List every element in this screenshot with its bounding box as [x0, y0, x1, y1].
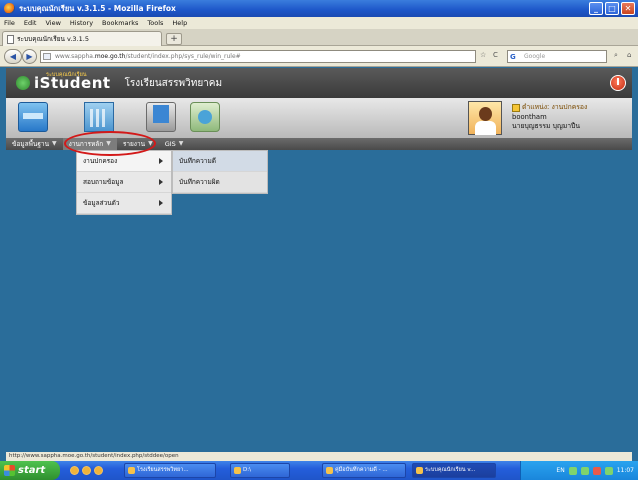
chevron-down-icon: ▼ [178, 140, 184, 147]
chevron-down-icon: ▼ [52, 140, 57, 147]
menu-reports-label: รายงาน [122, 140, 146, 148]
menu-basic-data[interactable]: ข้อมูลพื้นฐาน ▼ [6, 138, 63, 150]
app-header: ระบบคุณนักเรียน iStudent โรงเรียนสรรพวิท… [6, 68, 632, 98]
google-icon: G [510, 53, 516, 61]
tray-icon[interactable] [580, 466, 589, 475]
bookmark-star-icon[interactable]: ☆ [480, 51, 486, 59]
submenu-item-misconduct[interactable]: บันทึกความผิด [173, 172, 267, 193]
start-button[interactable]: start [0, 461, 60, 480]
app-menu: ข้อมูลพื้นฐาน ▼ งานการหลัก ▼ รายงาน ▼ GI… [6, 138, 632, 150]
menu-basic-data-label: ข้อมูลพื้นฐาน [12, 140, 50, 148]
chevron-right-icon [159, 200, 163, 206]
tray-icon[interactable] [592, 466, 601, 475]
avatar [468, 101, 502, 135]
chevron-right-icon [159, 158, 163, 164]
tab-label: ระบบคุณนักเรียน v.3.1.5 [17, 35, 89, 43]
clock: 11:07 [616, 467, 634, 474]
menu-reports[interactable]: รายงาน ▼ [117, 138, 159, 150]
forward-button[interactable]: ▶ [22, 49, 37, 64]
dropdown-item-personal[interactable]: ข้อมูลส่วนตัว [77, 193, 171, 214]
basic-data-icon[interactable] [18, 102, 48, 132]
new-tab-button[interactable]: + [166, 33, 182, 45]
search-input[interactable]: G Google [507, 50, 607, 63]
role-icon [512, 103, 520, 112]
language-indicator[interactable]: EN [556, 467, 564, 474]
url-path: /student/index.php/sys_rule/win_rule# [125, 53, 241, 60]
chevron-down-icon: ▼ [148, 140, 153, 147]
quick-launch-icon[interactable] [70, 466, 79, 475]
search-go-icon[interactable]: ⌕ [614, 51, 618, 60]
tray-icon[interactable] [568, 466, 577, 475]
dropdown-item-label: ข้อมูลส่วนตัว [83, 199, 120, 207]
taskbar-item[interactable]: ระบบคุณนักเรียน v... [412, 463, 496, 478]
dropdown-item-label: งานปกครอง [83, 157, 118, 165]
windows-flag-icon [4, 465, 15, 476]
window-titlebar[interactable]: ระบบคุณนักเรียน v.3.1.5 - Mozilla Firefo… [0, 0, 638, 17]
chevron-down-icon: ▼ [106, 140, 111, 147]
reports-icon[interactable] [146, 102, 176, 132]
user-role-text: ตำแหน่ง: งานปกครอง [522, 103, 588, 111]
logout-power-icon[interactable] [610, 75, 626, 91]
dropdown-item-query[interactable]: สอบถามข้อมูล [77, 172, 171, 193]
url-prefix: www.sappha. [55, 53, 95, 60]
minimize-button[interactable]: _ [589, 2, 603, 15]
search-placeholder: Google [524, 53, 546, 60]
maximize-button[interactable]: □ [605, 2, 619, 15]
home-icon[interactable]: ⌂ [627, 51, 631, 59]
istudent-logo[interactable]: ระบบคุณนักเรียน iStudent [16, 72, 111, 92]
menu-gis[interactable]: GIS ▼ [159, 138, 190, 150]
logo-subtitle: ระบบคุณนักเรียน [46, 72, 87, 78]
taskbar-item[interactable]: คู่มือบันทึกความดี - ... [322, 463, 406, 478]
taskbar-item[interactable]: โรงเรียนสรรพวิทยา... [124, 463, 216, 478]
url-domain: moe.go.th [94, 53, 126, 60]
taskbar: start โรงเรียนสรรพวิทยา... D:\ คู่มือบัน… [0, 461, 638, 480]
navigation-bar: ◀ ▶ www.sappha.moe.go.th/student/index.p… [0, 46, 638, 67]
menu-main-tasks[interactable]: งานการหลัก ▼ [62, 138, 117, 150]
user-info: ตำแหน่ง: งานปกครอง boontham นายบุญธรรม บ… [512, 103, 587, 132]
user-fullname: นายบุญธรรม บุญมาปืน [512, 122, 581, 130]
main-tasks-dropdown: งานปกครอง สอบถามข้อมูล ข้อมูลส่วนตัว [76, 150, 172, 215]
tabbar: ระบบคุณนักเรียน v.3.1.5 + [0, 29, 638, 46]
menu-history[interactable]: History [70, 19, 93, 27]
school-name: โรงเรียนสรรพวิทยาคม [124, 77, 223, 89]
menu-help[interactable]: Help [172, 19, 187, 27]
gis-map-icon[interactable] [190, 102, 220, 132]
dropdown-item-label: สอบถามข้อมูล [83, 178, 124, 186]
submenu-item-good-deeds[interactable]: บันทึกความดี [173, 151, 267, 172]
dropdown-item-discipline[interactable]: งานปกครอง [77, 151, 171, 172]
site-icon [43, 53, 51, 60]
logo-mark-icon [16, 76, 30, 90]
reload-icon[interactable]: C [493, 51, 498, 59]
window-controls: _ □ ✕ [589, 2, 635, 15]
chevron-right-icon [159, 179, 163, 185]
quick-launch-icon[interactable] [94, 466, 103, 475]
menu-bookmarks[interactable]: Bookmarks [102, 19, 138, 27]
discipline-submenu: บันทึกความดี บันทึกความผิด [172, 150, 268, 194]
username: boontham [512, 112, 547, 121]
icon-toolbar: ตำแหน่ง: งานปกครอง boontham นายบุญธรรม บ… [6, 98, 632, 138]
status-bar: http://www.sappha.moe.go.th/student/inde… [6, 452, 632, 461]
firefox-icon [4, 3, 15, 14]
tray-icon[interactable] [604, 466, 613, 475]
start-label: start [18, 465, 46, 476]
menu-edit[interactable]: Edit [24, 19, 37, 27]
url-bar[interactable]: www.sappha.moe.go.th/student/index.php/s… [40, 50, 476, 63]
quick-launch [70, 466, 103, 475]
taskbar-item[interactable]: D:\ [230, 463, 290, 478]
menu-gis-label: GIS [164, 140, 176, 148]
window-title: ระบบคุณนักเรียน v.3.1.5 - Mozilla Firefo… [19, 3, 176, 13]
main-tasks-icon[interactable] [84, 102, 114, 132]
browser-menubar: File Edit View History Bookmarks Tools H… [0, 17, 638, 29]
back-button[interactable]: ◀ [4, 49, 22, 64]
menu-tools[interactable]: Tools [147, 19, 163, 27]
quick-launch-icon[interactable] [82, 466, 91, 475]
system-tray: EN 11:07 [520, 461, 638, 480]
browser-tab[interactable]: ระบบคุณนักเรียน v.3.1.5 [2, 31, 162, 46]
user-role: ตำแหน่ง: งานปกครอง [512, 103, 587, 113]
menu-view[interactable]: View [45, 19, 60, 27]
close-button[interactable]: ✕ [621, 2, 635, 15]
menu-main-tasks-label: งานการหลัก [68, 140, 104, 148]
menu-file[interactable]: File [4, 19, 15, 27]
page-icon [7, 34, 14, 44]
